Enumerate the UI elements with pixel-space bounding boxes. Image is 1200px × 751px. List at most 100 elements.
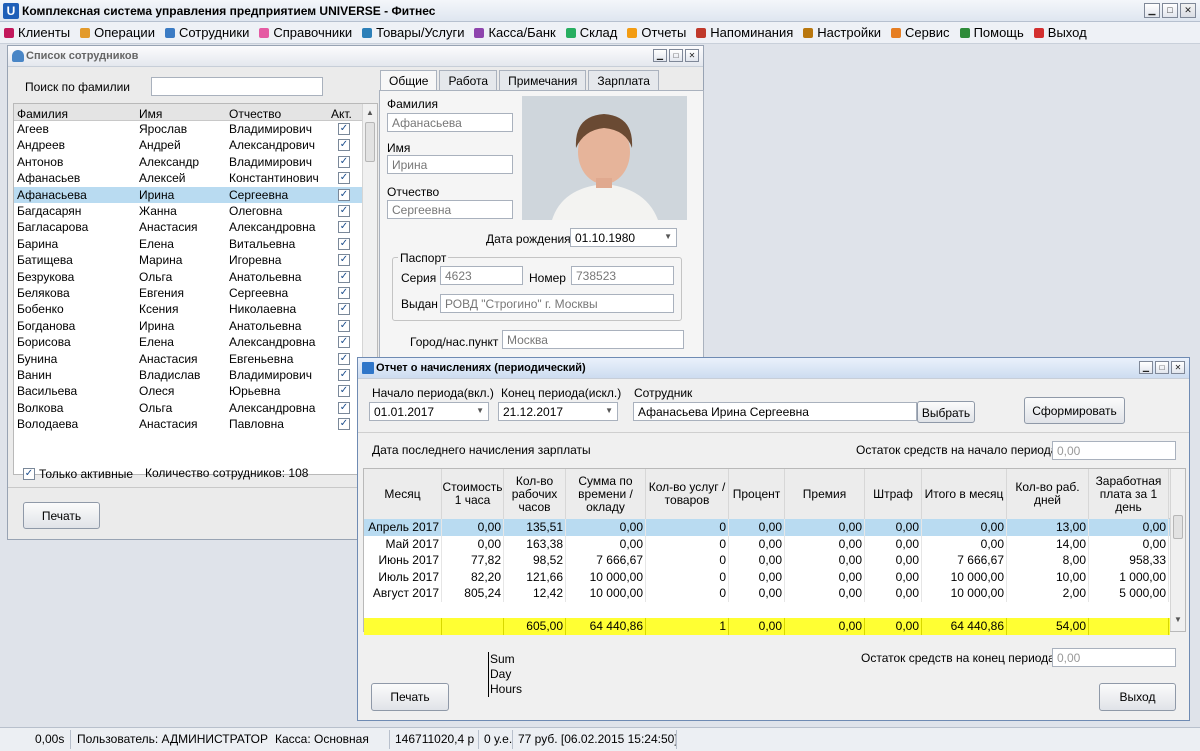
maximize-icon[interactable]: □ <box>669 49 683 62</box>
column-surname[interactable]: Фамилия <box>17 107 68 121</box>
table-row[interactable]: Май 2017 0,00 163,38 0,00 0 0,00 0,00 0,00 0,00 1… <box>364 535 1170 552</box>
issued-field[interactable]: РОВД "Строгино" г. Москвы <box>440 294 674 313</box>
dropdown-arrow-icon[interactable]: ▼ <box>476 406 484 415</box>
search-input[interactable] <box>151 77 323 96</box>
menu-item-1[interactable]: Операции <box>80 25 155 40</box>
column-active[interactable]: Акт. <box>331 107 352 121</box>
name-field[interactable]: Ирина <box>387 155 513 174</box>
menu-item-11[interactable]: Помощь <box>959 25 1024 40</box>
menu-item-6[interactable]: Склад <box>565 25 617 40</box>
table-row[interactable]: Безрукова Ольга Анатольевна ✓ <box>14 269 362 285</box>
employee-field[interactable]: Афанасьева Ирина Сергеевна <box>633 402 917 421</box>
table-row[interactable]: Барина Елена Витальевна ✓ <box>14 236 362 252</box>
surname-field[interactable]: Афанасьева <box>387 113 513 132</box>
table-row[interactable]: Волкова Ольга Александровна ✓ <box>14 400 362 416</box>
city-field[interactable]: Москва <box>502 330 684 349</box>
scroll-up-icon[interactable]: ▲ <box>366 108 374 117</box>
active-checkbox[interactable]: ✓ <box>338 336 350 349</box>
menu-item-12[interactable]: Выход <box>1033 25 1087 40</box>
scroll-thumb[interactable] <box>365 122 375 162</box>
active-checkbox[interactable]: ✓ <box>338 155 350 168</box>
active-checkbox[interactable]: ✓ <box>338 369 350 381</box>
active-checkbox[interactable]: ✓ <box>338 352 350 365</box>
balance-start-field[interactable]: 0,00 <box>1052 441 1176 460</box>
table-row[interactable]: Антонов Александр Владимирович ✓ <box>14 154 362 170</box>
menu-item-10[interactable]: Сервис <box>891 25 950 40</box>
minimize-icon[interactable]: ▁ <box>1144 3 1160 18</box>
menu-item-0[interactable]: Клиенты <box>4 25 70 40</box>
table-row[interactable]: Богданова Ирина Анатольевна ✓ <box>14 318 362 334</box>
number-field[interactable]: 738523 <box>571 266 674 285</box>
table-row[interactable]: Багласарова Анастасия Александровна ✓ <box>14 219 362 235</box>
report-column-header[interactable]: Заработная плата за 1 день <box>1089 469 1169 519</box>
table-row[interactable]: Ванин Владислав Владимирович ✓ <box>14 367 362 383</box>
active-checkbox[interactable]: ✓ <box>338 237 350 250</box>
choose-employee-button[interactable]: Выбрать <box>917 401 975 423</box>
table-row[interactable]: Афанасьев Алексей Константинович ✓ <box>14 170 362 186</box>
table-row[interactable]: Афанасьева Ирина Сергеевна ✓ <box>14 186 362 203</box>
report-column-header[interactable]: Итого в месяц <box>922 469 1007 519</box>
period-start-picker[interactable]: 01.01.2017 ▼ <box>369 402 489 421</box>
close-icon[interactable]: ✕ <box>1171 361 1185 374</box>
report-column-header[interactable]: Месяц <box>364 469 442 519</box>
active-checkbox[interactable]: ✓ <box>338 319 350 332</box>
table-row[interactable]: Апрель 2017 0,00 135,51 0,00 0 0,00 0,00 0,00 0,… <box>364 519 1170 536</box>
active-checkbox[interactable]: ✓ <box>338 401 350 414</box>
table-row[interactable]: Васильева Олеся Юрьевна ✓ <box>14 383 362 399</box>
tab-2[interactable]: Примечания <box>499 70 587 91</box>
menu-item-8[interactable]: Напоминания <box>696 25 793 40</box>
active-checkbox[interactable]: ✓ <box>338 172 350 185</box>
series-field[interactable]: 4623 <box>440 266 523 285</box>
active-checkbox[interactable]: ✓ <box>338 188 350 201</box>
tab-0[interactable]: Общие <box>380 70 438 91</box>
report-column-header[interactable]: Стоимость 1 часа <box>442 469 504 519</box>
active-checkbox[interactable]: ✓ <box>338 270 350 283</box>
table-row[interactable]: Бунина Анастасия Евгеньевна ✓ <box>14 351 362 367</box>
birth-date-picker[interactable]: 01.10.1980 ▼ <box>570 228 677 247</box>
close-icon[interactable]: ✕ <box>1180 3 1196 18</box>
active-checkbox[interactable]: ✓ <box>338 287 350 299</box>
table-row[interactable]: Багдасарян Жанна Олеговна ✓ <box>14 203 362 219</box>
report-column-header[interactable]: Кол-во раб. дней <box>1007 469 1089 519</box>
report-column-header[interactable]: Кол-во рабочих часов <box>504 469 566 519</box>
report-column-header[interactable]: Премия <box>785 469 865 519</box>
menu-item-5[interactable]: Касса/Банк <box>474 25 556 40</box>
column-name[interactable]: Имя <box>139 107 162 121</box>
active-checkbox[interactable]: ✓ <box>338 303 350 316</box>
table-row[interactable]: Август 2017 805,24 12,42 10 000,00 0 0,00 0,00… <box>364 585 1170 602</box>
table-row[interactable]: Батищева Марина Игоревна ✓ <box>14 252 362 268</box>
report-scrollbar[interactable]: ▼ <box>1170 469 1185 631</box>
table-row[interactable]: Борисова Елена Александровна ✓ <box>14 334 362 350</box>
active-checkbox[interactable]: ✓ <box>338 205 350 217</box>
maximize-icon[interactable]: □ <box>1162 3 1178 18</box>
report-column-header[interactable]: Сумма по времени / окладу <box>566 469 646 519</box>
report-print-button[interactable]: Печать <box>371 683 449 711</box>
menu-item-3[interactable]: Справочники <box>259 25 352 40</box>
active-checkbox[interactable]: ✓ <box>338 221 350 234</box>
table-row[interactable]: Агеев Ярослав Владимирович ✓ <box>14 121 362 137</box>
table-row[interactable]: Бобенко Ксения Николаевна ✓ <box>14 301 362 317</box>
minimize-icon[interactable]: ▁ <box>1139 361 1153 374</box>
active-checkbox[interactable]: ✓ <box>338 139 350 152</box>
dropdown-arrow-icon[interactable]: ▼ <box>605 406 613 415</box>
only-active-checkbox[interactable]: ✓ <box>23 468 35 480</box>
active-checkbox[interactable]: ✓ <box>338 254 350 267</box>
patronymic-field[interactable]: Сергеевна <box>387 200 513 219</box>
dropdown-arrow-icon[interactable]: ▼ <box>664 232 672 241</box>
employees-print-button[interactable]: Печать <box>23 502 100 529</box>
menu-item-2[interactable]: Сотрудники <box>164 25 249 40</box>
maximize-icon[interactable]: □ <box>1155 361 1169 374</box>
scroll-thumb[interactable] <box>1173 515 1183 539</box>
menu-item-9[interactable]: Настройки <box>803 25 881 40</box>
minimize-icon[interactable]: ▁ <box>653 49 667 62</box>
menu-item-4[interactable]: Товары/Услуги <box>362 25 464 40</box>
report-column-header[interactable]: Штраф <box>865 469 922 519</box>
report-column-header[interactable]: Кол-во услуг / товаров <box>646 469 729 519</box>
scroll-down-icon[interactable]: ▼ <box>1174 615 1182 624</box>
totals-row[interactable]: 605,00 64 440,86 1 0,00 0,00 0,00 64 440,86 54,… <box>364 618 1170 635</box>
table-row[interactable]: Июнь 2017 77,82 98,52 7 666,67 0 0,00 0,00 0,00… <box>364 552 1170 569</box>
balance-end-field[interactable]: 0,00 <box>1052 648 1176 667</box>
tab-3[interactable]: Зарплата <box>588 70 659 91</box>
period-end-picker[interactable]: 21.12.2017 ▼ <box>498 402 618 421</box>
generate-report-button[interactable]: Сформировать <box>1024 397 1125 424</box>
